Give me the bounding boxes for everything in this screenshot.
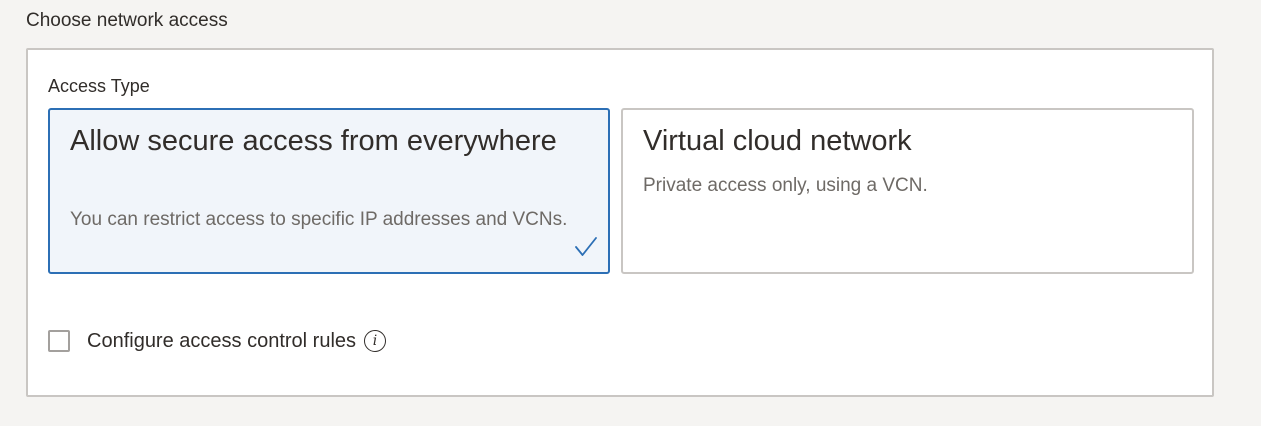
- access-control-rules-label[interactable]: Configure access control rules: [87, 329, 356, 353]
- info-icon[interactable]: i: [364, 330, 387, 352]
- access-option-everywhere-title: Allow secure access from everywhere: [70, 125, 557, 157]
- checkmark-icon: [575, 237, 597, 256]
- network-access-panel: Access Type Allow secure access from eve…: [26, 48, 1214, 397]
- access-option-everywhere-description: You can restrict access to specific IP a…: [70, 209, 568, 230]
- access-option-vcn[interactable]: Virtual cloud network Private access onl…: [621, 108, 1194, 274]
- access-option-vcn-title: Virtual cloud network: [643, 125, 912, 157]
- access-option-vcn-description: Private access only, using a VCN.: [643, 175, 928, 196]
- access-control-rules-row: Configure access control rules i: [48, 326, 387, 356]
- access-type-label: Access Type: [48, 76, 150, 96]
- access-option-everywhere[interactable]: Allow secure access from everywhere You …: [48, 108, 610, 274]
- access-control-rules-checkbox[interactable]: [48, 330, 70, 352]
- section-title: Choose network access: [26, 10, 228, 31]
